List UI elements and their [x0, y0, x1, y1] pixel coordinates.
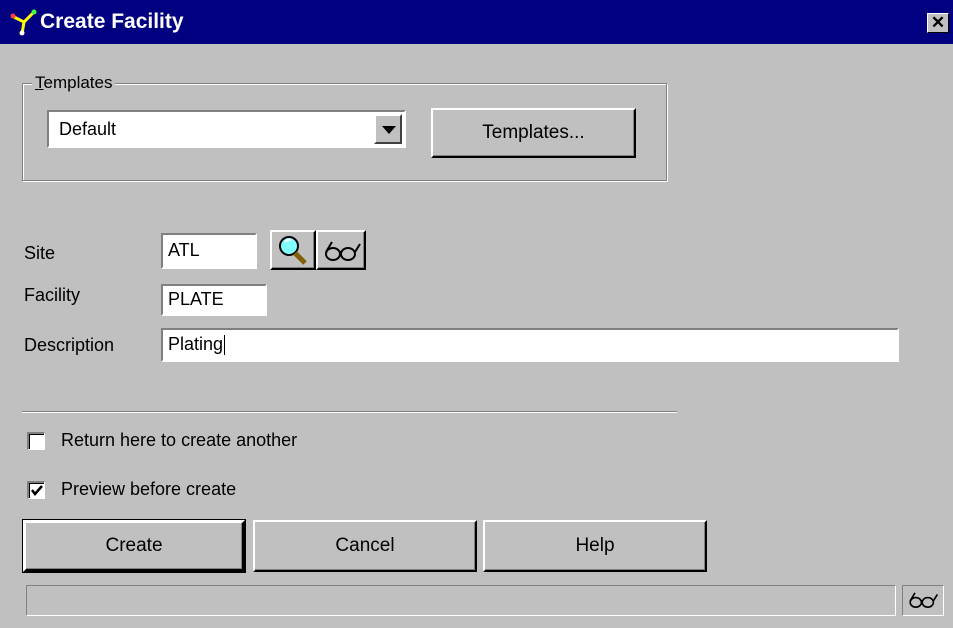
templates-button[interactable]: Templates... [431, 108, 636, 158]
window-title: Create Facility [40, 10, 184, 33]
return-checkbox-label[interactable]: Return here to create another [61, 430, 297, 451]
preview-checkbox-label[interactable]: Preview before create [61, 479, 236, 500]
facility-label: Facility [24, 285, 81, 305]
preview-checkbox[interactable] [27, 481, 45, 499]
templates-group-label: Templates [32, 73, 116, 93]
glasses-icon [325, 241, 361, 261]
templates-group-label-text: emplates [43, 73, 113, 92]
facility-app-icon [10, 9, 37, 36]
site-label: Site [24, 243, 56, 263]
close-button[interactable]: ✕ [927, 13, 949, 33]
title-bar[interactable]: Create Facility ✕ [0, 0, 953, 44]
template-select-value: Default [59, 119, 117, 139]
template-select[interactable]: Default [47, 110, 406, 148]
close-icon: ✕ [930, 13, 946, 32]
description-input[interactable]: Plating [161, 328, 899, 362]
separator [22, 411, 677, 413]
description-label: Description [24, 335, 115, 355]
text-caret [224, 335, 226, 356]
site-search-button[interactable] [270, 230, 316, 270]
status-lookup-button[interactable] [902, 585, 944, 616]
chevron-down-icon[interactable] [374, 114, 402, 144]
return-checkbox[interactable] [27, 432, 45, 450]
create-button[interactable]: Create [22, 519, 246, 573]
facility-input[interactable]: PLATE [161, 284, 267, 316]
glasses-icon [909, 592, 939, 608]
help-button[interactable]: Help [483, 520, 707, 572]
status-bar [26, 585, 896, 616]
checkmark-icon [31, 485, 43, 496]
description-value: Plating [168, 334, 224, 354]
cancel-button[interactable]: Cancel [253, 520, 477, 572]
magnifier-icon [279, 236, 307, 265]
site-lookup-button[interactable] [316, 230, 366, 270]
site-input[interactable]: ATL [161, 233, 257, 269]
templates-accelerator: T [35, 73, 44, 92]
